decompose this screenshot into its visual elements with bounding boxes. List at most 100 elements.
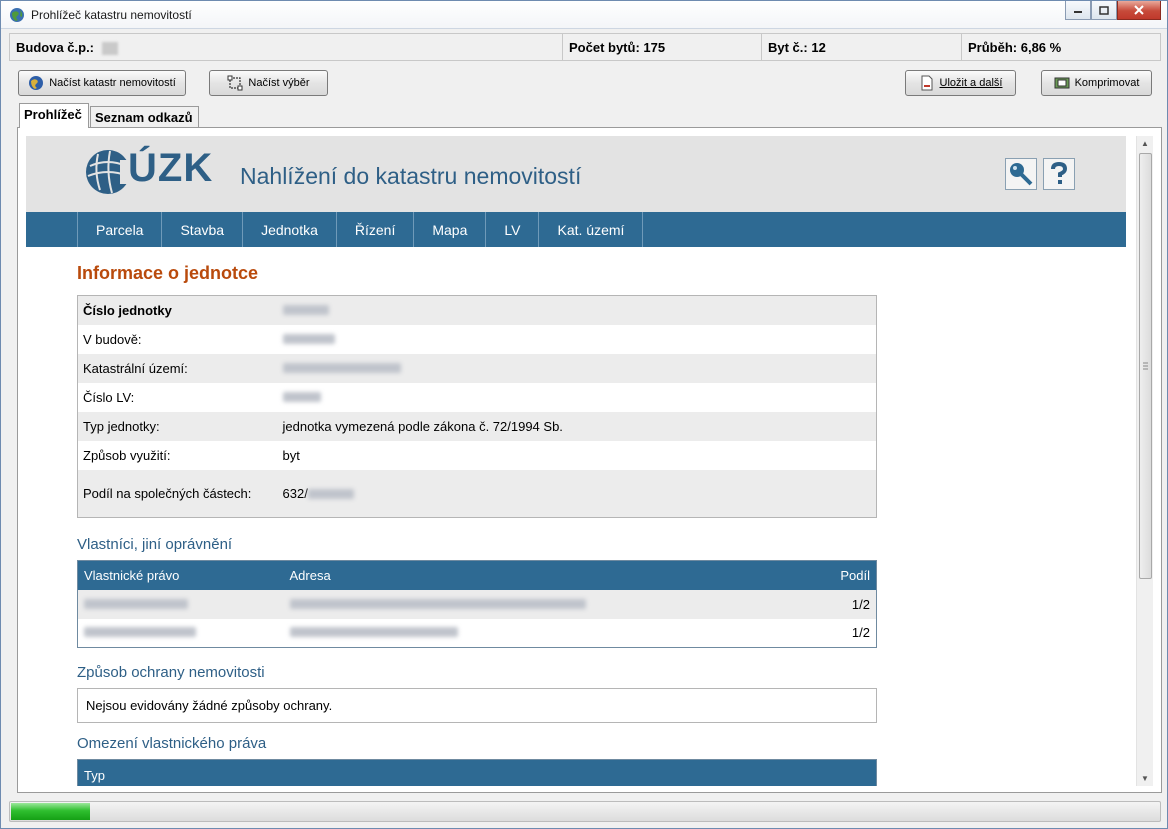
login-key-button[interactable] xyxy=(1005,158,1037,190)
help-button[interactable] xyxy=(1043,158,1075,190)
podil-value: 632/ xyxy=(282,485,308,501)
table-row: 1/2 xyxy=(77,589,877,619)
redacted-value xyxy=(289,627,458,638)
row-label: V budově: xyxy=(83,331,142,347)
row-label: Typ jednotky: xyxy=(83,418,160,434)
globe-icon xyxy=(29,76,44,90)
table-row: V budově: xyxy=(78,325,877,354)
budova-label: Budova č.p.: xyxy=(16,40,95,55)
prubeh-cell: Průběh: 6,86 % xyxy=(961,33,1161,61)
scroll-up-icon[interactable]: ▲ xyxy=(1141,139,1149,148)
help-icon xyxy=(1051,161,1068,184)
compress-button[interactable]: Komprimovat xyxy=(1041,70,1152,96)
window-title: Prohlížeč katastru nemovitostí xyxy=(31,8,192,22)
nav-mapa[interactable]: Mapa xyxy=(414,212,487,247)
byt-cislo-cell: Byt č.: 12 xyxy=(761,33,961,61)
load-cadastre-label: Načíst katastr nemovitostí xyxy=(49,77,176,89)
row-label: Katastrální území: xyxy=(83,360,188,376)
nav-menu: Parcela Stavba Jednotka Řízení Mapa LV K… xyxy=(77,212,644,247)
pocet-bytu-cell: Počet bytů: 175 xyxy=(562,33,761,61)
page-content: Informace o jednotce Číslo jednotky V bu… xyxy=(77,247,877,786)
col-header-vlastnicke-pravo: Vlastnické právo xyxy=(77,560,284,590)
redacted-value xyxy=(307,489,354,500)
redacted-link[interactable] xyxy=(282,391,321,402)
row-label: Číslo LV: xyxy=(83,389,135,405)
minimize-icon xyxy=(1074,11,1082,13)
row-value[interactable] xyxy=(278,383,877,412)
maximize-icon xyxy=(1099,5,1109,15)
row-label: Podíl na společných částech: xyxy=(83,485,252,501)
row-value xyxy=(278,296,877,325)
table-row: Číslo LV: xyxy=(78,383,877,412)
row-label: Číslo jednotky xyxy=(83,302,172,318)
nav-lv[interactable]: LV xyxy=(486,212,540,247)
table-row: Katastrální území: xyxy=(77,353,877,383)
save-document-icon xyxy=(921,75,932,91)
page-heading: Informace o jednotce xyxy=(77,263,259,283)
embedded-browser: ÚZK Nahlížení do katastru nemovitostí Pa… xyxy=(26,136,1153,786)
progress-fill xyxy=(11,803,90,820)
nav-kat-uzemi[interactable]: Kat. území xyxy=(539,212,644,247)
minimize-button[interactable] xyxy=(1065,1,1091,20)
load-selection-label: Načíst výběr xyxy=(248,77,310,89)
nav-rizeni[interactable]: Řízení xyxy=(337,212,415,247)
row-label: Způsob využití: xyxy=(83,447,171,463)
col-header-podil: Podíl xyxy=(796,560,877,590)
tab-panel: ÚZK Nahlížení do katastru nemovitostí Pa… xyxy=(17,127,1162,793)
key-icon xyxy=(1010,163,1033,186)
selection-icon xyxy=(227,75,243,91)
ochrana-heading: Způsob ochrany nemovitosti xyxy=(77,664,265,681)
owner-podil: 1/2 xyxy=(851,625,870,641)
tab-prohlizec[interactable]: Prohlížeč xyxy=(19,103,89,128)
app-window: Prohlížeč katastru nemovitostí Budova č.… xyxy=(0,0,1168,829)
redacted-value xyxy=(289,598,586,609)
redacted-link[interactable] xyxy=(282,333,335,344)
scroll-down-icon[interactable]: ▼ xyxy=(1141,774,1149,783)
window-controls xyxy=(1065,1,1161,21)
table-row: Typ jednotky: jednotka vymezená podle zá… xyxy=(77,411,877,441)
row-value: 632/ xyxy=(278,470,877,518)
nav-stavba[interactable]: Stavba xyxy=(162,212,244,247)
redacted-value xyxy=(84,627,196,638)
omezeni-col-header-typ: Typ xyxy=(77,759,877,786)
save-next-button[interactable]: Uložit a další xyxy=(905,70,1016,96)
row-value: byt xyxy=(282,447,300,463)
info-bar: Budova č.p.: Počet bytů: 175 Byt č.: 12 … xyxy=(9,33,1161,61)
close-icon xyxy=(1134,5,1144,15)
col-header-adresa: Adresa xyxy=(283,560,797,590)
owners-table: Vlastnické právo Adresa Podíl 1/2 1/2 xyxy=(77,560,877,648)
compress-label: Komprimovat xyxy=(1074,77,1140,89)
row-value[interactable] xyxy=(278,354,877,383)
maximize-button[interactable] xyxy=(1091,1,1117,20)
row-value[interactable] xyxy=(278,325,877,354)
owner-address xyxy=(284,619,797,648)
close-button[interactable] xyxy=(1117,1,1161,20)
vertical-scrollbar[interactable]: ▲ ▼ xyxy=(1136,136,1153,786)
redacted-value xyxy=(282,304,329,315)
budova-cell: Budova č.p.: xyxy=(9,33,562,61)
owner-address xyxy=(283,589,797,619)
redacted-link[interactable] xyxy=(282,362,401,373)
owner-podil: 1/2 xyxy=(796,589,877,619)
nav-jednotka[interactable]: Jednotka xyxy=(243,212,337,247)
cuzk-logo-text: ÚZK xyxy=(128,146,214,190)
table-header-row: Vlastnické právo Adresa Podíl xyxy=(77,560,877,590)
title-bar: Prohlížeč katastru nemovitostí xyxy=(1,1,1167,29)
ochrana-text: Nejsou evidovány žádné způsoby ochrany. xyxy=(77,688,877,723)
scroll-thumb[interactable] xyxy=(1139,153,1152,579)
save-next-label: Uložit a další xyxy=(939,77,1003,89)
redacted-value xyxy=(84,598,188,609)
owner-name xyxy=(77,589,284,619)
nav-parcela[interactable]: Parcela xyxy=(78,212,163,247)
owners-heading: Vlastníci, jiní oprávnění xyxy=(77,536,233,553)
globe-icon xyxy=(10,8,24,22)
table-row: 1/2 xyxy=(78,619,877,648)
progress-bar xyxy=(9,801,1161,822)
site-navbar: Parcela Stavba Jednotka Řízení Mapa LV K… xyxy=(26,212,1126,247)
grip-icon xyxy=(1143,362,1148,370)
tab-seznam-odkazu[interactable]: Seznam odkazů xyxy=(90,106,199,128)
load-selection-button[interactable]: Načíst výběr xyxy=(209,70,328,96)
compress-icon xyxy=(1054,77,1070,89)
site-title: Nahlížení do katastru nemovitostí xyxy=(240,163,582,189)
load-cadastre-button[interactable]: Načíst katastr nemovitostí xyxy=(18,70,186,96)
